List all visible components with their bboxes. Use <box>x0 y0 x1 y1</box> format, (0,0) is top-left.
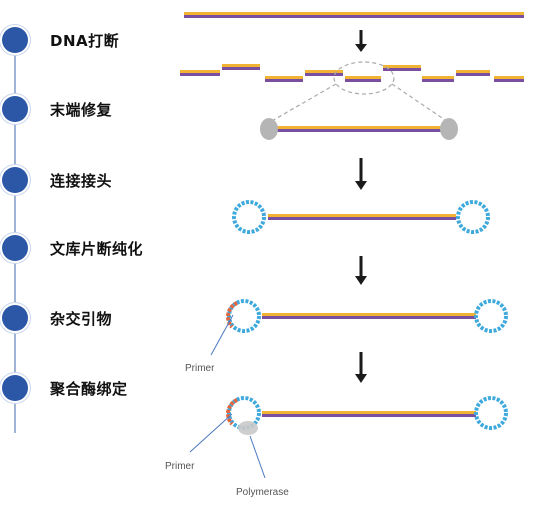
polymerase-label: Polymerase <box>236 487 289 498</box>
down-arrow <box>355 30 367 52</box>
primer-pointer-line <box>189 413 233 453</box>
polymerase-pointer-line <box>249 435 266 479</box>
down-arrow <box>355 256 367 285</box>
dna-fragments <box>180 61 524 95</box>
down-arrow <box>355 352 367 383</box>
smrtbell-template <box>232 200 490 234</box>
primer-label: Primer <box>165 461 195 472</box>
zoom-lines <box>269 83 449 123</box>
primer-pointer-line <box>210 314 234 356</box>
end-repaired-fragment <box>260 118 458 140</box>
polymerase-blob <box>238 421 258 435</box>
polymerase-bound-template <box>226 396 508 435</box>
primer-annealed-template <box>226 299 508 333</box>
down-arrow <box>355 158 367 190</box>
primer-label: Primer <box>185 363 215 374</box>
long-dna-strand <box>184 12 524 18</box>
workflow-diagram: Primer Primer Polymerase <box>165 12 524 498</box>
